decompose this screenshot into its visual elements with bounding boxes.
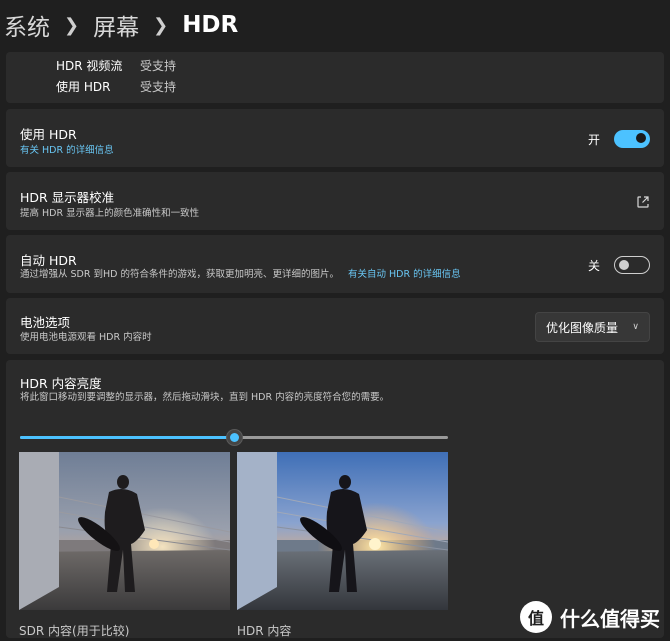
auto-hdr-toggle[interactable] xyxy=(614,256,650,274)
chevron-down-icon: ∨ xyxy=(632,322,639,332)
toggle-knob xyxy=(636,133,646,143)
chevron-right-icon: ❯ xyxy=(153,14,169,36)
breadcrumb: 系统 ❯ 屏幕 ❯ HDR xyxy=(4,8,238,42)
battery-options-card: 电池选项 使用电池电源观看 HDR 内容时 优化图像质量 ∨ xyxy=(6,298,664,354)
hdr-preview-image xyxy=(237,452,448,610)
watermark: 值 什么值得买 xyxy=(520,599,660,635)
external-link-icon[interactable] xyxy=(636,195,650,209)
calibration-title: HDR 显示器校准 xyxy=(20,190,115,205)
auto-hdr-info-link[interactable]: 有关自动 HDR 的详细信息 xyxy=(348,269,461,280)
dropdown-selected-value: 优化图像质量 xyxy=(546,320,619,335)
hdr-caption: HDR 内容 xyxy=(237,624,292,638)
capability-value: 受支持 xyxy=(140,59,177,73)
battery-desc: 使用电池电源观看 HDR 内容时 xyxy=(20,332,152,343)
capability-label: HDR 视频流 xyxy=(56,59,123,73)
use-hdr-state-label: 开 xyxy=(587,132,600,147)
capability-value: 受支持 xyxy=(140,80,177,94)
sdr-preview-image xyxy=(19,452,230,610)
hdr-info-link[interactable]: 有关 HDR 的详细信息 xyxy=(20,142,114,156)
capability-row: 使用 HDR 受支持 xyxy=(6,78,306,94)
page-title: HDR xyxy=(182,12,239,38)
chevron-right-icon: ❯ xyxy=(64,14,80,36)
brightness-slider[interactable] xyxy=(20,429,448,446)
calibration-card[interactable]: HDR 显示器校准 提高 HDR 显示器上的颜色准确性和一致性 xyxy=(6,172,664,230)
toggle-knob xyxy=(619,260,629,270)
auto-hdr-desc: 通过增强从 SDR 到HD 的符合条件的游戏，获取更加明亮、更详细的图片。 xyxy=(20,269,339,280)
sdr-caption: SDR 内容(用于比较) xyxy=(19,624,130,638)
auto-hdr-desc-row: 通过增强从 SDR 到HD 的符合条件的游戏，获取更加明亮、更详细的图片。 有关… xyxy=(20,266,461,280)
watermark-logo: 值 xyxy=(520,601,552,633)
auto-hdr-state-label: 关 xyxy=(587,258,600,273)
capability-row: HDR 视频流 受支持 xyxy=(6,57,306,73)
calibration-desc: 提高 HDR 显示器上的颜色准确性和一致性 xyxy=(20,208,200,219)
use-hdr-card: 使用 HDR 有关 HDR 的详细信息 开 xyxy=(6,109,664,167)
capability-label: 使用 HDR xyxy=(56,80,111,94)
slider-fill xyxy=(20,436,234,439)
brightness-card: HDR 内容亮度 将此窗口移动到要调整的显示器，然后拖动滑块，直到 HDR 内容… xyxy=(6,360,664,638)
use-hdr-toggle-group: 开 xyxy=(588,130,650,148)
watermark-text: 什么值得买 xyxy=(560,606,660,631)
breadcrumb-display[interactable]: 屏幕 xyxy=(93,8,139,42)
slider-thumb[interactable] xyxy=(226,429,243,446)
capabilities-card: HDR 视频流 受支持 使用 HDR 受支持 xyxy=(6,52,664,103)
auto-hdr-card: 自动 HDR 通过增强从 SDR 到HD 的符合条件的游戏，获取更加明亮、更详细… xyxy=(6,235,664,293)
brightness-desc: 将此窗口移动到要调整的显示器，然后拖动滑块，直到 HDR 内容的亮度符合您的需要… xyxy=(20,392,390,403)
battery-option-dropdown[interactable]: 优化图像质量 ∨ xyxy=(535,312,650,342)
breadcrumb-system[interactable]: 系统 xyxy=(4,8,50,42)
use-hdr-title: 使用 HDR xyxy=(20,127,77,142)
use-hdr-toggle[interactable] xyxy=(614,130,650,148)
auto-hdr-toggle-group: 关 xyxy=(588,256,650,274)
